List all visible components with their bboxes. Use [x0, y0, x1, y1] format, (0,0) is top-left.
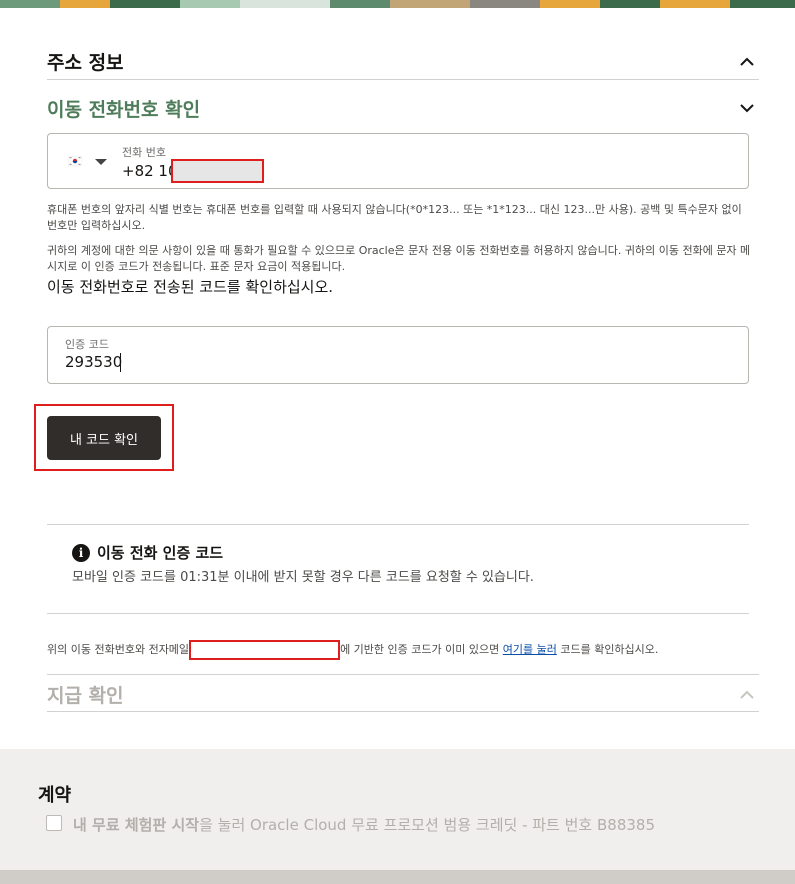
- checkbox-label-bold: 내 무료 체험판 시작: [73, 816, 200, 834]
- divider: [47, 674, 759, 675]
- verify-instruction: 이동 전화번호로 전송된 코드를 확인하십시오.: [47, 278, 334, 296]
- phone-field-label: 전화 번호: [122, 146, 166, 159]
- text-cursor: [120, 353, 121, 372]
- info-notice-title-row: i 이동 전화 인증 코드: [72, 542, 223, 563]
- existing-code-note-start: 위의 이동 전화번호와 전자메일: [47, 643, 190, 656]
- divider: [47, 613, 749, 614]
- start-trial-checkbox[interactable]: [46, 815, 62, 831]
- redacted-email: [189, 640, 341, 660]
- phone-number-field[interactable]: 전화 번호 +82 10: [47, 133, 749, 189]
- click-here-link[interactable]: 여기를 눌러: [503, 643, 557, 656]
- existing-code-note-mid: 에 기반한 인증 코드가 이미 있으면: [340, 643, 503, 656]
- info-icon: i: [72, 543, 90, 562]
- chevron-down-icon[interactable]: [735, 96, 759, 120]
- sms-policy-text: 귀하의 계정에 대한 의문 사항이 있을 때 통화가 필요할 수 있으므로 Or…: [47, 244, 751, 273]
- south-korea-flag-icon[interactable]: [68, 156, 82, 166]
- info-notice-description: 모바일 인증 코드를 01:31분 이내에 받지 못할 경우 다른 코드를 요청…: [72, 570, 534, 585]
- phone-help-text: 휴대폰 번호의 앞자리 식별 번호는 휴대폰 번호를 입력할 때 사용되지 않습…: [47, 203, 742, 232]
- section-mobile-title: 이동 전화번호 확인: [47, 98, 201, 121]
- code-field-label: 인증 코드: [65, 338, 109, 351]
- contract-title: 계약: [38, 785, 72, 806]
- existing-code-note: 위의 이동 전화번호와 전자메일 에 기반한 인증 코드가 이미 있으면 여기를 …: [47, 640, 658, 660]
- section-address-header[interactable]: 주소 정보: [47, 47, 759, 75]
- divider: [47, 524, 749, 525]
- existing-code-note-end: 코드를 확인하십시오.: [556, 643, 659, 656]
- section-mobile-header[interactable]: 이동 전화번호 확인: [47, 94, 759, 122]
- section-payment-header[interactable]: 지급 확인: [47, 680, 759, 708]
- header-banner-strip: [0, 0, 795, 8]
- info-notice-title: 이동 전화 인증 코드: [97, 544, 224, 562]
- divider: [47, 711, 759, 712]
- verification-code-field[interactable]: 인증 코드 293530: [47, 326, 749, 384]
- start-trial-checkbox-label: 내 무료 체험판 시작을 눌러 Oracle Cloud 무료 프로모션 범용 …: [73, 814, 655, 835]
- checkbox-label-rest: 을 눌러 Oracle Cloud 무료 프로모션 범용 크레딧 - 파트 번호…: [199, 816, 656, 834]
- chevron-up-icon[interactable]: [735, 682, 759, 706]
- bottom-bar: [0, 870, 795, 884]
- redacted-phone-number: [171, 159, 264, 183]
- section-address-title: 주소 정보: [47, 51, 124, 74]
- contract-section: [0, 749, 795, 870]
- section-payment-title: 지급 확인: [47, 684, 124, 707]
- code-field-value: 293530: [65, 353, 123, 371]
- phone-field-value: +82 10: [122, 162, 178, 180]
- verify-code-button[interactable]: 내 코드 확인: [47, 416, 161, 460]
- country-dropdown-caret-icon[interactable]: [95, 159, 107, 165]
- divider: [47, 79, 759, 80]
- chevron-up-icon[interactable]: [735, 49, 759, 73]
